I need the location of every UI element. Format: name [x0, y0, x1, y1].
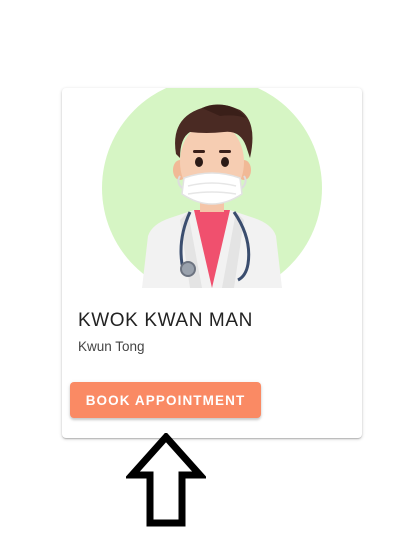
doctor-avatar — [62, 88, 362, 288]
doctor-illustration-icon — [102, 88, 322, 288]
doctor-location: Kwun Tong — [78, 339, 145, 354]
book-appointment-button[interactable]: BOOK APPOINTMENT — [70, 382, 261, 418]
page: KWOK KWAN MAN Kwun Tong BOOK APPOINTMENT — [0, 0, 409, 555]
up-arrow-icon — [126, 433, 206, 527]
doctor-name: KWOK KWAN MAN — [78, 310, 253, 331]
doctor-card: KWOK KWAN MAN Kwun Tong BOOK APPOINTMENT — [62, 88, 362, 438]
